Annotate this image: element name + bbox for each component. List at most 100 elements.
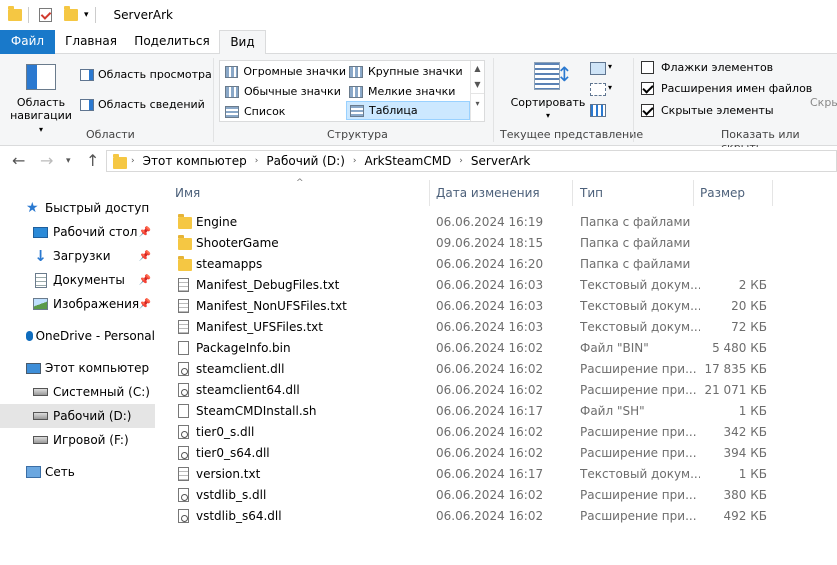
file-row[interactable]: Manifest_DebugFiles.txt 06.06.2024 16:03 Т… bbox=[170, 274, 770, 295]
file-type: Расширение при... bbox=[580, 487, 697, 502]
sidebar-item-downloads[interactable]: ↓ Загрузки 📌 bbox=[0, 244, 155, 268]
breadcrumb-this-pc[interactable]: Этот компьютер bbox=[143, 154, 247, 168]
tab-share[interactable]: Поделиться bbox=[130, 30, 214, 54]
forward-arrow-icon[interactable]: → bbox=[40, 151, 53, 170]
file-row[interactable]: tier0_s64.dll 06.06.2024 16:02 Расширение … bbox=[170, 442, 770, 463]
layout-details[interactable]: Таблица bbox=[346, 101, 470, 120]
pin-icon[interactable]: 📌 bbox=[139, 299, 151, 310]
layout-group-label: Структура bbox=[327, 128, 388, 141]
sidebar-item-network[interactable]: Сеть bbox=[0, 460, 155, 484]
sidebar-item-onedrive[interactable]: OneDrive - Personal bbox=[0, 324, 155, 348]
file-row[interactable]: Engine 06.06.2024 16:19 Папка с файлами bbox=[170, 211, 770, 232]
column-name[interactable]: Имя bbox=[175, 186, 200, 200]
chevron-up-icon[interactable]: ▲ bbox=[471, 61, 484, 77]
file-name: vstdlib_s64.dll bbox=[196, 508, 282, 523]
layout-medium-icons[interactable]: Обычные значки bbox=[222, 82, 346, 101]
layout-large-icons[interactable]: Крупные значки bbox=[346, 62, 470, 81]
sidebar-item-drive-f[interactable]: Игровой (F:) bbox=[0, 428, 155, 452]
sidebar-item-drive-c[interactable]: Системный (C:) bbox=[0, 380, 155, 404]
layout-extra-large-icons[interactable]: Огромные значки bbox=[222, 62, 346, 81]
item-checkboxes-toggle[interactable]: Флажки элементов bbox=[641, 61, 773, 74]
tab-home[interactable]: Главная bbox=[58, 30, 124, 54]
add-columns-icon[interactable] bbox=[590, 83, 606, 96]
sidebar-item-label: Рабочий стол bbox=[53, 225, 138, 239]
column-size[interactable]: Размер bbox=[700, 186, 745, 200]
checkbox[interactable] bbox=[641, 104, 654, 117]
group-by-icon[interactable] bbox=[590, 62, 606, 75]
divider bbox=[213, 58, 214, 142]
column-divider[interactable] bbox=[572, 180, 573, 206]
preview-pane-button[interactable]: Область просмотра bbox=[80, 68, 212, 81]
file-row[interactable]: steamclient.dll 06.06.2024 16:02 Расширени… bbox=[170, 358, 770, 379]
file-row[interactable]: steamapps 06.06.2024 16:20 Папка с файлами bbox=[170, 253, 770, 274]
tab-file[interactable]: Файл bbox=[0, 30, 55, 54]
hidden-items-label: Скрытые элементы bbox=[661, 104, 774, 117]
address-bar[interactable]: › Этот компьютер › Рабочий (D:) › ArkSte… bbox=[106, 150, 837, 172]
breadcrumb-drive-d[interactable]: Рабочий (D:) bbox=[266, 154, 344, 168]
sidebar-item-quick-access[interactable]: ★ Быстрый доступ bbox=[0, 196, 155, 220]
dll-file-icon bbox=[178, 362, 189, 376]
sidebar-item-documents[interactable]: Документы 📌 bbox=[0, 268, 155, 292]
sidebar-item-desktop[interactable]: Рабочий стол 📌 bbox=[0, 220, 155, 244]
navigation-pane-label-2: навигации bbox=[10, 109, 72, 122]
file-name: tier0_s64.dll bbox=[196, 445, 270, 460]
hide-selected-label[interactable]: Скры bbox=[810, 96, 837, 109]
size-columns-icon[interactable] bbox=[590, 104, 606, 117]
file-row[interactable]: PackageInfo.bin 06.06.2024 16:02 Файл "BIN… bbox=[170, 337, 770, 358]
layout-scrollbar[interactable]: ▲ ▼ ▾ bbox=[470, 61, 484, 121]
hidden-items-toggle[interactable]: Скрытые элементы bbox=[641, 104, 774, 117]
pin-icon[interactable]: 📌 bbox=[139, 227, 151, 238]
back-arrow-icon[interactable]: ← bbox=[12, 151, 25, 170]
sidebar-item-drive-d[interactable]: Рабочий (D:) bbox=[0, 404, 155, 428]
details-pane-button[interactable]: Область сведений bbox=[80, 98, 205, 111]
column-divider[interactable] bbox=[429, 180, 430, 206]
divider bbox=[633, 58, 634, 142]
chevron-down-icon[interactable]: ▾ bbox=[608, 83, 612, 92]
expand-icon[interactable]: ▾ bbox=[471, 93, 484, 113]
file-name: PackageInfo.bin bbox=[196, 340, 291, 355]
file-date-modified: 09.06.2024 18:15 bbox=[436, 235, 544, 250]
file-row[interactable]: steamclient64.dll 06.06.2024 16:02 Расшире… bbox=[170, 379, 770, 400]
file-row[interactable]: Manifest_UFSFiles.txt 06.06.2024 16:03 Тек… bbox=[170, 316, 770, 337]
checkbox[interactable] bbox=[641, 61, 654, 74]
chevron-down-icon[interactable]: ▾ bbox=[84, 10, 89, 20]
breadcrumb-serverark[interactable]: ServerArk bbox=[471, 154, 530, 168]
checkbox[interactable] bbox=[641, 82, 654, 95]
pin-icon[interactable]: 📌 bbox=[139, 251, 151, 262]
sidebar-item-this-pc[interactable]: Этот компьютер bbox=[0, 356, 155, 380]
new-folder-icon[interactable] bbox=[64, 6, 78, 21]
column-divider[interactable] bbox=[693, 180, 694, 206]
layout-list[interactable]: Список bbox=[222, 102, 346, 121]
recent-locations-chevron-icon[interactable]: ▾ bbox=[66, 156, 71, 166]
file-row[interactable]: tier0_s.dll 06.06.2024 16:02 Расширение пр… bbox=[170, 421, 770, 442]
file-size: 1 КБ bbox=[738, 403, 767, 418]
item-checkboxes-label: Флажки элементов bbox=[661, 61, 774, 74]
file-row[interactable]: version.txt 06.06.2024 16:17 Текстовый док… bbox=[170, 463, 770, 484]
column-type[interactable]: Тип bbox=[580, 186, 603, 200]
breadcrumb-arksteamcmd[interactable]: ArkSteamCMD bbox=[364, 154, 451, 168]
chevron-right-icon[interactable]: › bbox=[353, 156, 357, 166]
chevron-down-icon[interactable]: ▾ bbox=[608, 62, 612, 71]
sidebar-item-pictures[interactable]: Изображения 📌 bbox=[0, 292, 155, 316]
chevron-right-icon[interactable]: › bbox=[459, 156, 463, 166]
column-divider[interactable] bbox=[772, 180, 773, 206]
ribbon-tabs: Файл Главная Поделиться Вид bbox=[0, 30, 837, 55]
file-row[interactable]: SteamCMDInstall.sh 06.06.2024 16:17 Файл "… bbox=[170, 400, 770, 421]
folder-icon bbox=[178, 256, 192, 271]
file-extensions-toggle[interactable]: Расширения имен файлов bbox=[641, 82, 812, 95]
tab-view[interactable]: Вид bbox=[219, 30, 266, 55]
file-row[interactable]: vstdlib_s64.dll 06.06.2024 16:02 Расширени… bbox=[170, 505, 770, 526]
layout-small-icons[interactable]: Мелкие значки bbox=[346, 82, 470, 101]
preview-pane-icon bbox=[80, 68, 94, 81]
chevron-right-icon[interactable]: › bbox=[255, 156, 259, 166]
file-row[interactable]: Manifest_NonUFSFiles.txt 06.06.2024 16:03… bbox=[170, 295, 770, 316]
sidebar-item-label: Системный (C:) bbox=[53, 385, 150, 399]
file-row[interactable]: vstdlib_s.dll 06.06.2024 16:02 Расширение … bbox=[170, 484, 770, 505]
pin-icon[interactable]: 📌 bbox=[139, 275, 151, 286]
chevron-right-icon[interactable]: › bbox=[131, 156, 135, 166]
chevron-down-icon[interactable]: ▼ bbox=[471, 77, 484, 93]
properties-icon[interactable] bbox=[39, 8, 52, 22]
file-row[interactable]: ShooterGame 09.06.2024 18:15 Папка с файла… bbox=[170, 232, 770, 253]
up-arrow-icon[interactable]: ↑ bbox=[86, 151, 99, 170]
column-date-modified[interactable]: Дата изменения bbox=[436, 186, 540, 200]
